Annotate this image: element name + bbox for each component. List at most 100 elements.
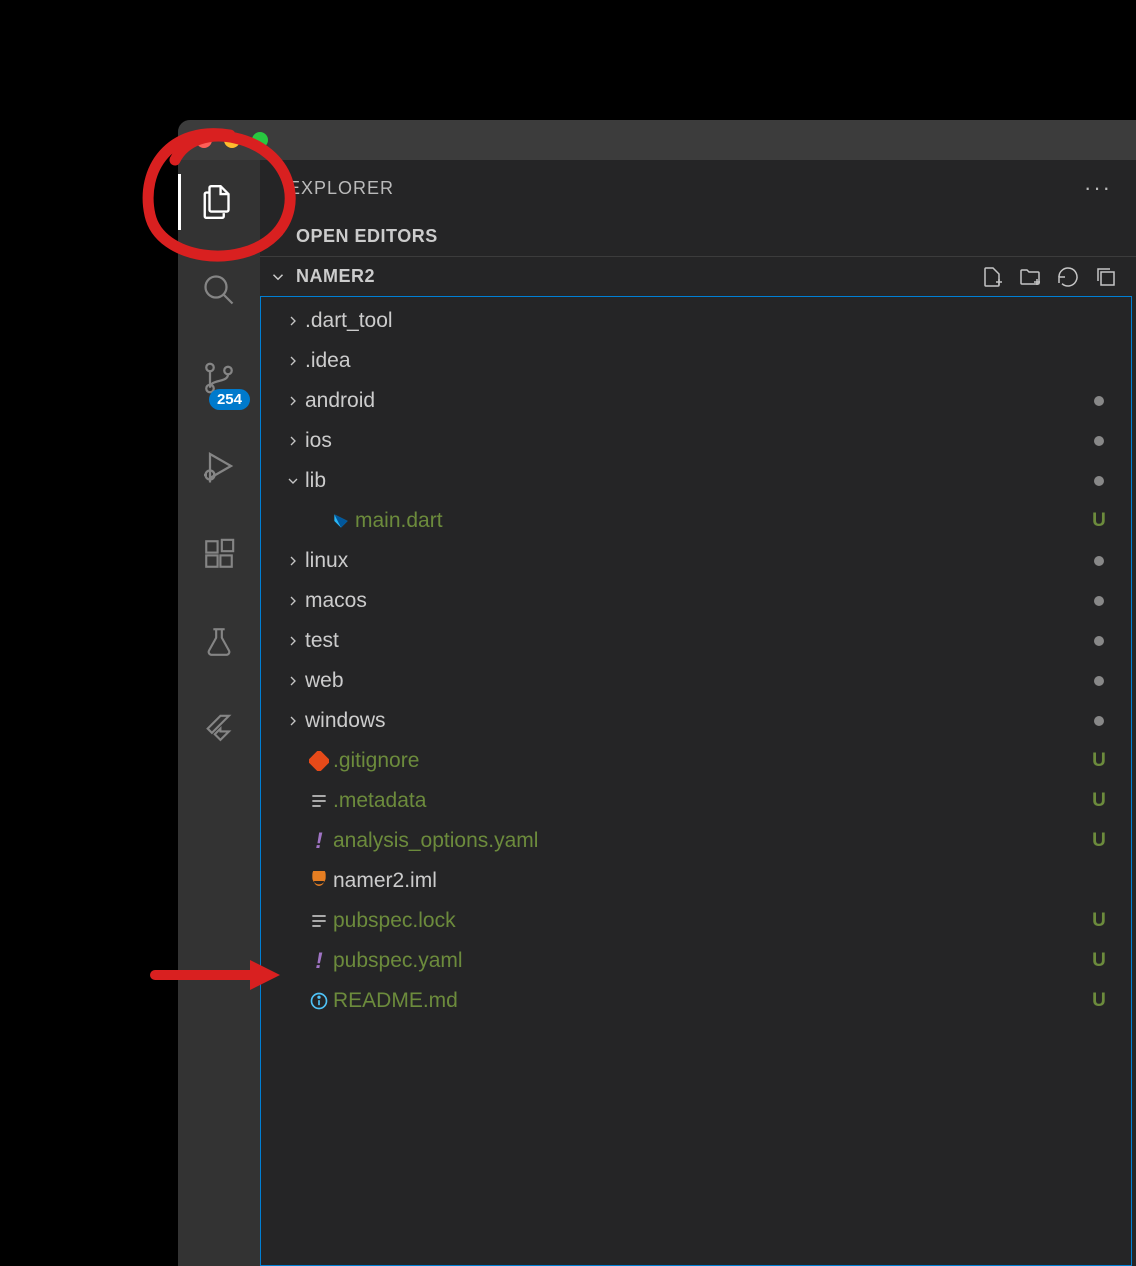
search-icon: [201, 272, 237, 308]
activity-run-debug[interactable]: [178, 438, 260, 494]
tree-item-label: ios: [305, 429, 1087, 453]
chevron-right-icon: [281, 433, 305, 449]
folder-test[interactable]: test: [261, 621, 1131, 661]
folder-ios[interactable]: ios: [261, 421, 1131, 461]
tree-item-label: lib: [305, 469, 1087, 493]
explorer-sidebar: EXPLORER ··· OPEN EDITORS NAMER2: [260, 160, 1136, 1266]
open-editors-section[interactable]: OPEN EDITORS: [260, 216, 1136, 256]
project-actions: [980, 265, 1136, 289]
tree-item-label: web: [305, 669, 1087, 693]
modified-dot: [1087, 470, 1111, 492]
project-name-label: NAMER2: [296, 266, 375, 287]
untracked-badge: U: [1087, 950, 1111, 972]
tree-item-label: linux: [305, 549, 1087, 573]
tree-item-label: .dart_tool: [305, 309, 1087, 333]
refresh-icon[interactable]: [1056, 265, 1080, 289]
modified-dot: [1087, 430, 1111, 452]
activity-source-control[interactable]: 254: [178, 350, 260, 406]
activity-extensions[interactable]: [178, 526, 260, 582]
chevron-right-icon: [281, 593, 305, 609]
new-folder-icon[interactable]: [1018, 265, 1042, 289]
window-body: 254 EXPLORER ···: [178, 160, 1136, 1266]
tree-item-label: .idea: [305, 349, 1087, 373]
activity-flutter[interactable]: [178, 702, 260, 758]
dart-icon: [327, 511, 355, 531]
debug-icon: [201, 448, 237, 484]
untracked-badge: U: [1087, 750, 1111, 772]
tree-item-label: pubspec.lock: [333, 909, 1087, 933]
folder--idea[interactable]: .idea: [261, 341, 1131, 381]
tree-item-label: macos: [305, 589, 1087, 613]
folder-macos[interactable]: macos: [261, 581, 1131, 621]
tree-item-label: main.dart: [355, 509, 1087, 533]
flutter-icon: [202, 713, 236, 747]
window-close-button[interactable]: [196, 132, 212, 148]
tree-item-label: namer2.iml: [333, 869, 1087, 893]
activity-search[interactable]: [178, 262, 260, 318]
file-namer2-iml[interactable]: namer2.iml: [261, 861, 1131, 901]
extensions-icon: [202, 537, 236, 571]
modified-dot: [1087, 630, 1111, 652]
beaker-icon: [202, 625, 236, 659]
folder-linux[interactable]: linux: [261, 541, 1131, 581]
activity-explorer[interactable]: [178, 174, 260, 230]
file-pubspec-yaml[interactable]: !pubspec.yamlU: [261, 941, 1131, 981]
untracked-badge: U: [1087, 990, 1111, 1012]
chevron-down-icon: [268, 268, 288, 286]
chevron-right-icon: [281, 313, 305, 329]
tree-item-label: windows: [305, 709, 1087, 733]
untracked-badge: U: [1087, 510, 1111, 532]
untracked-badge: U: [1087, 910, 1111, 932]
file--gitignore[interactable]: .gitignoreU: [261, 741, 1131, 781]
chevron-right-icon: [281, 553, 305, 569]
sidebar-header: EXPLORER ···: [260, 160, 1136, 216]
file-pubspec-lock[interactable]: pubspec.lockU: [261, 901, 1131, 941]
files-icon: [200, 183, 238, 221]
tree-item-label: analysis_options.yaml: [333, 829, 1087, 853]
chevron-right-icon: [281, 713, 305, 729]
folder-android[interactable]: android: [261, 381, 1131, 421]
info-icon: [305, 991, 333, 1011]
tree-item-label: pubspec.yaml: [333, 949, 1087, 973]
folder-lib[interactable]: lib: [261, 461, 1131, 501]
scm-badge: 254: [209, 389, 250, 410]
tree-item-label: android: [305, 389, 1087, 413]
chevron-right-icon: [281, 633, 305, 649]
activity-testing[interactable]: [178, 614, 260, 670]
chevron-down-icon: [281, 473, 305, 489]
tree-item-label: README.md: [333, 989, 1087, 1013]
project-section[interactable]: NAMER2: [260, 256, 1136, 296]
tree-item-label: .gitignore: [333, 749, 1087, 773]
tree-item-label: test: [305, 629, 1087, 653]
modified-dot: [1087, 670, 1111, 692]
file--metadata[interactable]: .metadataU: [261, 781, 1131, 821]
sidebar-title: EXPLORER: [288, 178, 394, 199]
window-zoom-button[interactable]: [252, 132, 268, 148]
untracked-badge: U: [1087, 830, 1111, 852]
lines-icon: [305, 911, 333, 931]
collapse-all-icon[interactable]: [1094, 265, 1118, 289]
modified-dot: [1087, 590, 1111, 612]
file-analysis-options-yaml[interactable]: !analysis_options.yamlU: [261, 821, 1131, 861]
titlebar: [178, 120, 1136, 160]
chevron-right-icon: [281, 673, 305, 689]
window-minimize-button[interactable]: [224, 132, 240, 148]
folder--dart-tool[interactable]: .dart_tool: [261, 301, 1131, 341]
open-editors-label: OPEN EDITORS: [296, 226, 438, 247]
untracked-badge: U: [1087, 790, 1111, 812]
activity-bar: 254: [178, 160, 260, 1266]
yaml-icon: !: [305, 948, 333, 974]
folder-windows[interactable]: windows: [261, 701, 1131, 741]
tree-item-label: .metadata: [333, 789, 1087, 813]
modified-dot: [1087, 550, 1111, 572]
lines-icon: [305, 791, 333, 811]
modified-dot: [1087, 710, 1111, 732]
sidebar-more-button[interactable]: ···: [1084, 175, 1112, 201]
folder-web[interactable]: web: [261, 661, 1131, 701]
file-readme-md[interactable]: README.mdU: [261, 981, 1131, 1021]
file-main-dart[interactable]: main.dartU: [261, 501, 1131, 541]
new-file-icon[interactable]: [980, 265, 1004, 289]
iml-icon: [305, 871, 333, 891]
chevron-right-icon: [281, 353, 305, 369]
chevron-down-icon: [268, 227, 288, 245]
